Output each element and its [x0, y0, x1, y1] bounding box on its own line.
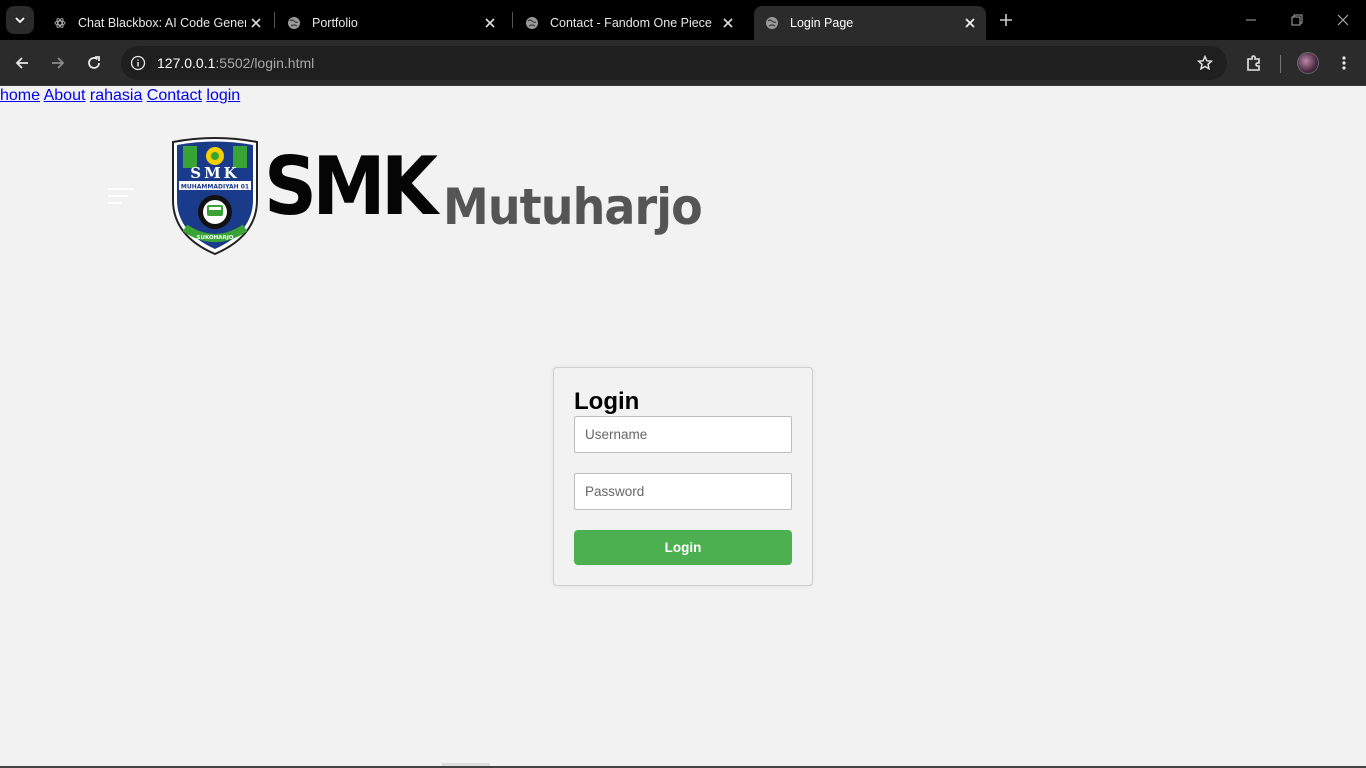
tab-title: Portfolio	[312, 16, 358, 30]
login-button[interactable]: Login	[574, 530, 792, 565]
puzzle-icon	[1247, 55, 1260, 71]
crest-smk-text: SMK	[190, 164, 239, 182]
close-tab-icon[interactable]	[718, 13, 738, 33]
close-tab-icon[interactable]	[960, 13, 980, 33]
close-tab-icon[interactable]	[246, 13, 266, 33]
tab-title: Login Page	[790, 16, 854, 30]
tab-title: Chat Blackbox: AI Code Generat	[78, 16, 246, 30]
new-tab-button[interactable]	[996, 10, 1016, 30]
close-window-button[interactable]	[1331, 8, 1355, 32]
globe-icon	[524, 15, 540, 31]
main-nav: home About rahasia Contact login	[0, 87, 1366, 105]
tab-1[interactable]: Portfolio	[276, 6, 506, 40]
globe-icon	[286, 15, 302, 31]
back-button[interactable]	[8, 49, 36, 77]
address-bar[interactable]: 127.0.0.1:5502/login.html	[121, 46, 1227, 80]
toolbar-divider	[1280, 55, 1281, 73]
crest-bottom-text: SUKOHARJO	[197, 235, 234, 241]
bookmark-star-icon[interactable]	[1195, 53, 1215, 73]
url-text: 127.0.0.1:5502/login.html	[157, 55, 314, 71]
minimize-icon	[1246, 19, 1256, 21]
tab-separator	[512, 12, 513, 28]
close-tab-icon[interactable]	[480, 13, 500, 33]
password-input[interactable]	[574, 473, 792, 510]
browser-tab-bar: Chat Blackbox: AI Code Generat Portfolio…	[0, 0, 1366, 40]
arrow-right-icon	[52, 57, 65, 69]
reload-icon	[88, 56, 100, 69]
blackbox-icon	[52, 15, 68, 31]
profile-avatar[interactable]	[1297, 52, 1319, 74]
restore-icon	[1291, 14, 1303, 26]
minimize-button[interactable]	[1239, 8, 1263, 32]
login-heading: Login	[574, 388, 640, 415]
school-crest-logo: SMK MUHAMMADIYAH 01 SUKOHARJO	[172, 137, 258, 256]
forward-button[interactable]	[44, 49, 72, 77]
login-form-card: Login Login	[553, 367, 813, 586]
url-path: :5502/login.html	[215, 55, 315, 71]
crest-band-text: MUHAMMADIYAH 01	[181, 184, 249, 191]
more-vertical-icon	[1342, 56, 1346, 70]
close-icon	[1337, 14, 1349, 26]
username-input[interactable]	[574, 416, 792, 453]
nav-rahasia[interactable]: rahasia	[90, 87, 142, 104]
globe-icon	[764, 15, 780, 31]
plus-icon	[1000, 14, 1012, 26]
brand-subtitle: Mutuharjo	[443, 178, 703, 236]
nav-contact[interactable]: Contact	[147, 87, 202, 104]
nav-login[interactable]: login	[206, 87, 240, 104]
url-host: 127.0.0.1	[157, 55, 216, 71]
site-info-icon[interactable]	[128, 53, 148, 73]
nav-about[interactable]: About	[44, 87, 86, 104]
tab-3-active[interactable]: Login Page	[754, 6, 986, 40]
tab-search-button[interactable]	[6, 6, 34, 34]
arrow-left-icon	[15, 57, 28, 69]
browser-menu-button[interactable]	[1330, 49, 1358, 77]
nav-home[interactable]: home	[0, 87, 40, 104]
reload-button[interactable]	[80, 49, 108, 77]
tab-2[interactable]: Contact - Fandom One Piece	[514, 6, 744, 40]
page-body: SMK MUHAMMADIYAH 01 SUKOHARJO SMK Mutuha…	[0, 87, 1366, 768]
tab-title: Contact - Fandom One Piece	[550, 16, 712, 30]
restore-button[interactable]	[1285, 8, 1309, 32]
brand-title: SMK	[264, 140, 438, 233]
chevron-down-icon	[15, 17, 25, 24]
tab-0[interactable]: Chat Blackbox: AI Code Generat	[42, 6, 272, 40]
tab-separator	[274, 12, 275, 28]
extensions-button[interactable]	[1240, 49, 1268, 77]
browser-toolbar: 127.0.0.1:5502/login.html	[0, 40, 1366, 86]
hamburger-menu-icon[interactable]	[108, 188, 134, 206]
